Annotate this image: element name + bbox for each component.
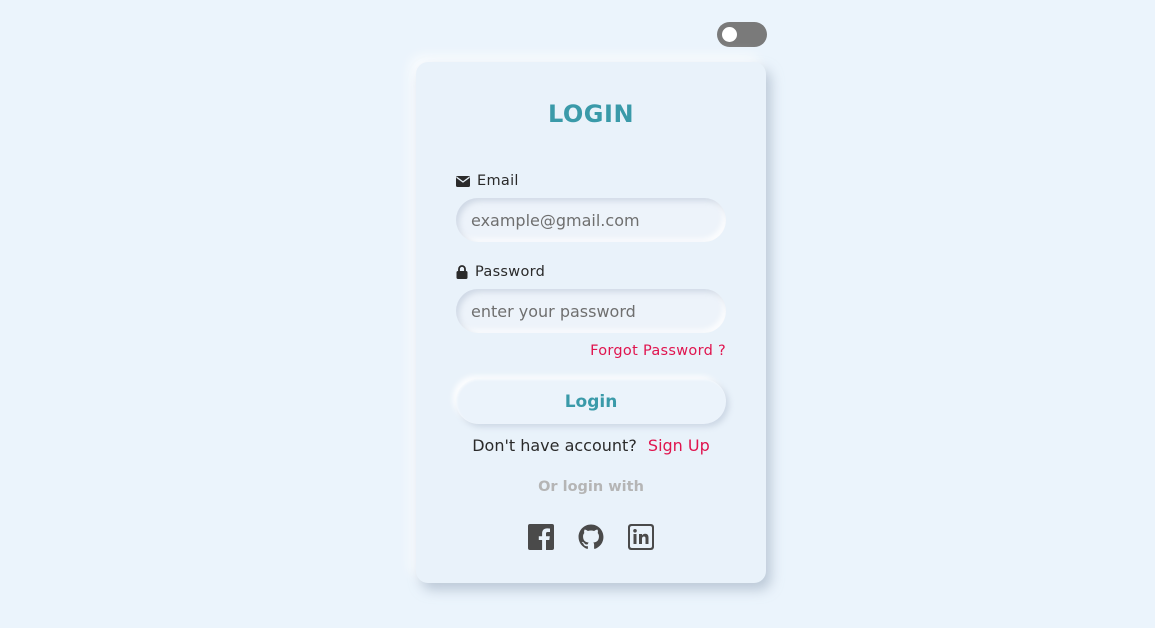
email-field[interactable] (456, 198, 726, 242)
or-login-with-label: Or login with (538, 479, 644, 495)
login-card: LOGIN Email Password Forgot Password ? L… (416, 62, 766, 583)
facebook-icon[interactable] (528, 524, 554, 550)
email-label-text: Email (477, 173, 519, 189)
email-label: Email (456, 173, 519, 189)
signup-link[interactable]: Sign Up (648, 436, 710, 455)
forgot-password-link[interactable]: Forgot Password ? (590, 343, 726, 359)
signup-row: Don't have account? Sign Up (416, 436, 766, 455)
theme-toggle[interactable] (717, 22, 767, 47)
linkedin-icon[interactable] (628, 524, 654, 550)
lock-icon (456, 265, 468, 279)
social-login-row (416, 524, 766, 550)
page-title: LOGIN (547, 100, 635, 128)
password-field[interactable] (456, 289, 726, 333)
signup-prompt: Don't have account? (472, 436, 637, 455)
github-icon[interactable] (578, 524, 604, 550)
login-button[interactable]: Login (456, 379, 726, 424)
toggle-knob (722, 27, 737, 42)
password-label-text: Password (475, 264, 546, 280)
password-label: Password (456, 264, 545, 280)
envelope-icon (456, 174, 470, 188)
